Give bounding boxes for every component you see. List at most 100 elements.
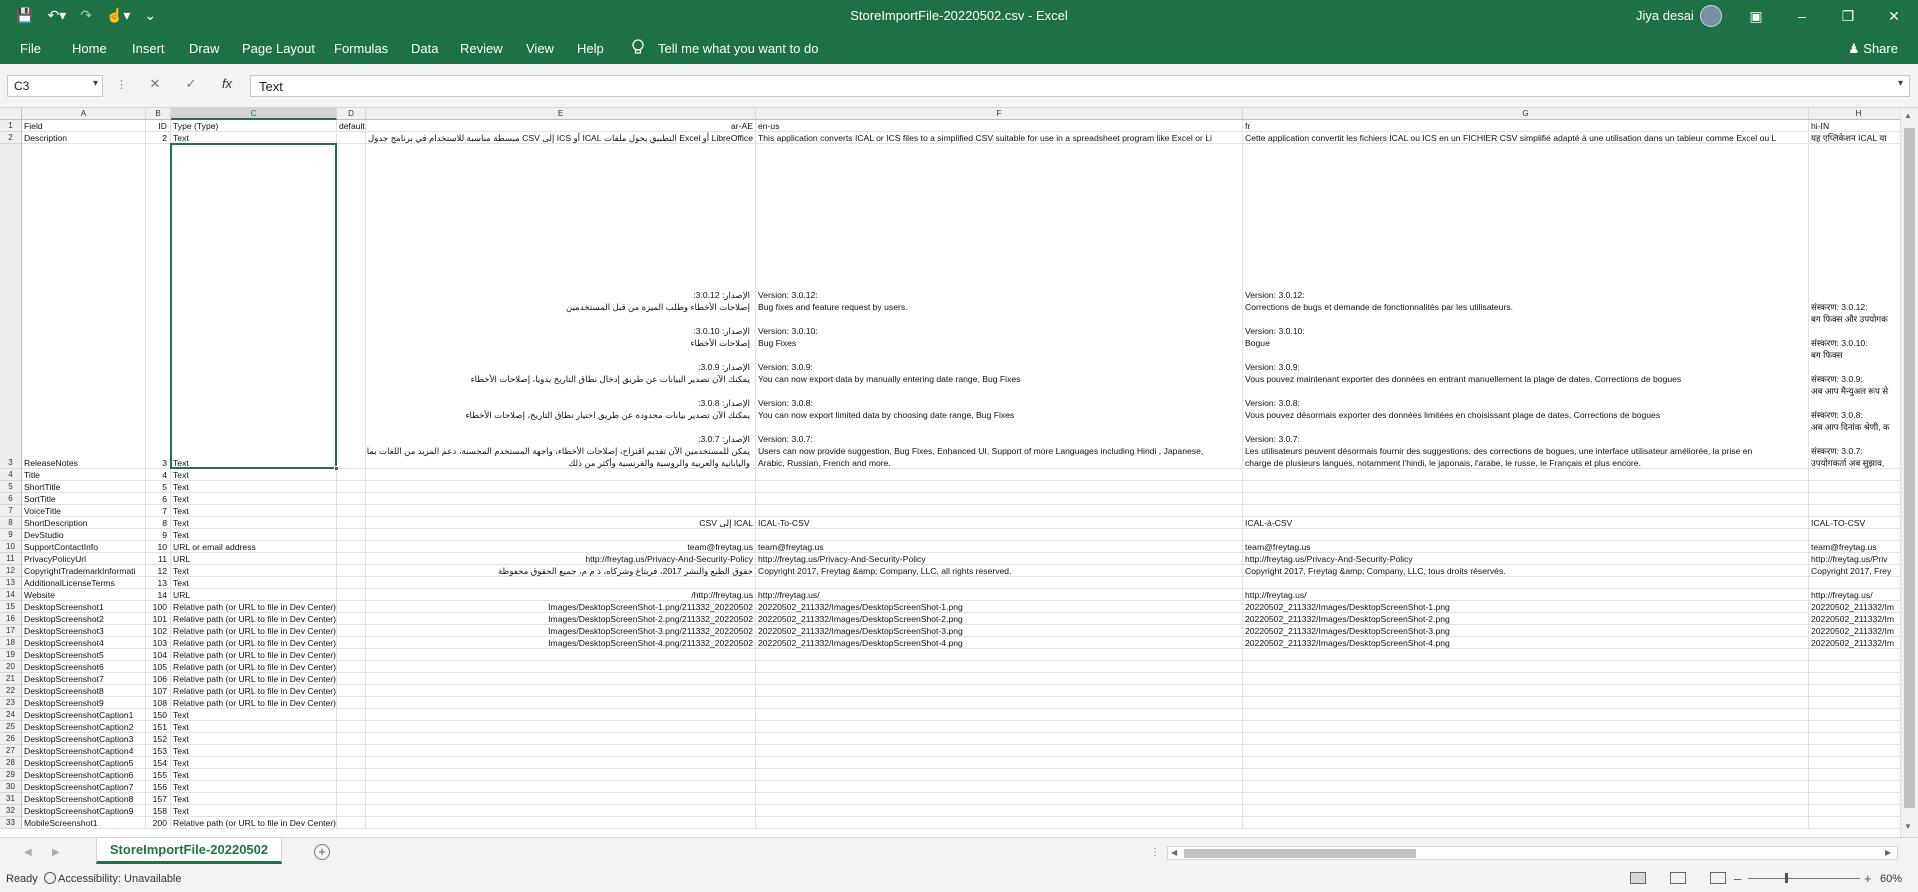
cell-type[interactable]: Text (171, 709, 364, 721)
vertical-scrollbar[interactable]: ▲ ▼ (1900, 108, 1918, 837)
cell-hi-in[interactable]: 20220502_211332/Im (1809, 625, 1900, 637)
restore-button[interactable]: ❐ (1826, 4, 1870, 28)
row-header[interactable]: 23 (0, 697, 22, 709)
cell-id[interactable]: 153 (146, 745, 170, 757)
zoom-slider-knob[interactable] (1785, 873, 1788, 883)
cell-ar-ae[interactable]: team@freytag.us (366, 541, 755, 553)
row-header[interactable]: 24 (0, 709, 22, 721)
row-header[interactable]: 26 (0, 733, 22, 745)
cell-id[interactable]: 7 (146, 505, 170, 517)
cell-id[interactable]: 154 (146, 757, 170, 769)
cell-id[interactable]: 105 (146, 661, 170, 673)
cell-type[interactable]: Text (171, 733, 364, 745)
cell-type[interactable]: URL (171, 589, 364, 601)
chevron-down-icon[interactable]: ▾ (93, 78, 98, 89)
cell-id[interactable]: 11 (146, 553, 170, 565)
cell-fr[interactable]: http://freytag.us/Privacy-And-Security-P… (1243, 553, 1808, 565)
accessibility-icon[interactable] (44, 872, 56, 884)
cell-id[interactable]: 155 (146, 769, 170, 781)
cell-type[interactable]: Text (171, 769, 364, 781)
cell-fr[interactable]: 20220502_211332/Images/DesktopScreenShot… (1243, 601, 1808, 613)
row-header[interactable]: 2 (0, 132, 22, 144)
cell-type[interactable]: Type (Type) (171, 120, 365, 132)
cell-id[interactable]: 200 (146, 817, 170, 829)
cell-fr[interactable]: Copyright 2017, Freytag &amp; Company, L… (1243, 565, 1808, 577)
cell-id[interactable]: 6 (146, 493, 170, 505)
cancel-icon[interactable]: ✕ (145, 76, 165, 92)
cell-ar-ae[interactable]: LibreOffice أو Excel التطبيق يحول ملفات … (366, 132, 755, 144)
cell-type[interactable]: Relative path (or URL to file in Dev Cen… (171, 697, 364, 709)
cell-hi-in[interactable]: ICAL-TO-CSV (1809, 517, 1900, 529)
row-header[interactable]: 7 (0, 505, 22, 517)
row-header[interactable]: 33 (0, 817, 22, 829)
cell-en-us[interactable]: 20220502_211332/Images/DesktopScreenShot… (756, 601, 1242, 613)
row-header[interactable]: 14 (0, 589, 22, 601)
row-header[interactable]: 25 (0, 721, 22, 733)
release-notes-en[interactable]: Version: 3.0.12: Bug fixes and feature r… (756, 289, 1239, 469)
tab-view[interactable]: View (526, 41, 554, 56)
cell-fr[interactable]: team@freytag.us (1243, 541, 1808, 553)
cell-hi-in[interactable]: hi-IN (1809, 120, 1900, 132)
cell-type[interactable]: Text (171, 745, 364, 757)
release-notes-fr[interactable]: Version: 3.0.12: Corrections de bugs et … (1243, 289, 1805, 469)
column-header-d[interactable]: D (337, 108, 366, 120)
scroll-down-icon[interactable]: ▼ (1904, 822, 1912, 831)
cell-en-us[interactable]: http://freytag.us/Privacy-And-Security-P… (756, 553, 1242, 565)
cell-id[interactable]: 14 (146, 589, 170, 601)
minimize-button[interactable]: – (1780, 4, 1824, 28)
zoom-out-button[interactable]: – (1734, 871, 1741, 886)
cell-ar-ae[interactable]: 20220502_211332/Images/DesktopScreenShot… (366, 625, 755, 637)
page-layout-view-icon[interactable] (1670, 872, 1686, 884)
add-sheet-icon[interactable]: + (314, 844, 330, 860)
select-all-corner[interactable] (0, 108, 22, 120)
row-header[interactable]: 22 (0, 685, 22, 697)
column-header-e[interactable]: E (366, 108, 756, 120)
ribbon-display-icon[interactable]: ▣ (1734, 4, 1778, 28)
cell-en-us[interactable]: 20220502_211332/Images/DesktopScreenShot… (756, 625, 1242, 637)
horizontal-scrollbar[interactable]: ◀ ▶ (1167, 846, 1898, 860)
close-button[interactable]: ✕ (1872, 4, 1916, 28)
cell-ar-ae[interactable]: 20220502_211332/Images/DesktopScreenShot… (366, 601, 755, 613)
cell-ar-ae[interactable]: 20220502_211332/Images/DesktopScreenShot… (366, 613, 755, 625)
row-header[interactable]: 21 (0, 673, 22, 685)
sheet-tab[interactable]: StoreImportFile-20220502 (96, 838, 282, 864)
cell-id[interactable]: 152 (146, 733, 170, 745)
cell-fr[interactable]: fr (1243, 120, 1808, 132)
scroll-left-icon[interactable]: ◀ (1171, 848, 1177, 857)
insert-function-icon[interactable]: fx (217, 76, 237, 91)
cell-id[interactable]: 2 (146, 132, 170, 144)
horizontal-scroll-thumb[interactable] (1184, 849, 1416, 858)
tell-me-search[interactable]: Tell me what you want to do (658, 41, 818, 56)
cell-id[interactable]: 100 (146, 601, 170, 613)
cell-hi-in[interactable]: यह एप्लिकेशन ICAL या (1809, 132, 1900, 144)
selected-cell-c3[interactable] (170, 143, 337, 469)
zoom-in-button[interactable]: + (1864, 871, 1872, 886)
tab-file[interactable]: File (20, 41, 41, 56)
row-header[interactable]: 27 (0, 745, 22, 757)
cell-type[interactable]: Text (171, 721, 364, 733)
scroll-up-icon[interactable]: ▲ (1904, 111, 1912, 120)
cell-type[interactable]: Relative path (or URL to file in Dev Cen… (171, 625, 364, 637)
column-header-f[interactable]: F (756, 108, 1243, 120)
cell-type[interactable]: Text (171, 505, 364, 517)
cell-id[interactable]: 150 (146, 709, 170, 721)
cell-en-us[interactable]: This application converts ICAL or ICS fi… (756, 132, 1242, 144)
fill-handle[interactable] (334, 466, 339, 471)
tab-data[interactable]: Data (411, 41, 438, 56)
cell-en-us[interactable]: 20220502_211332/Images/DesktopScreenShot… (756, 613, 1242, 625)
worksheet-grid[interactable]: A B C D E F G H 1 Field ID Type (Type) default ar-AE e… (0, 108, 1900, 837)
enter-icon[interactable]: ✓ (181, 76, 201, 92)
cell-default[interactable]: default (337, 120, 365, 132)
cell-type[interactable]: Text (171, 757, 364, 769)
cell-fr[interactable]: Cette application convertit les fichiers… (1243, 132, 1808, 144)
row-header[interactable]: 31 (0, 793, 22, 805)
cell-fr[interactable]: http://freytag.us/ (1243, 589, 1808, 601)
cell-id[interactable]: 157 (146, 793, 170, 805)
column-header-a[interactable]: A (22, 108, 146, 120)
cell-en-us[interactable]: ICAL-To-CSV (756, 517, 1242, 529)
row-header[interactable]: 13 (0, 577, 22, 589)
row-header[interactable]: 11 (0, 553, 22, 565)
cell-id[interactable]: 13 (146, 577, 170, 589)
cell-ar-ae[interactable]: حقوق الطبع والنشر 2017، فريتاغ وشركاه، ذ… (366, 565, 755, 577)
cell-type[interactable]: Text (171, 577, 364, 589)
